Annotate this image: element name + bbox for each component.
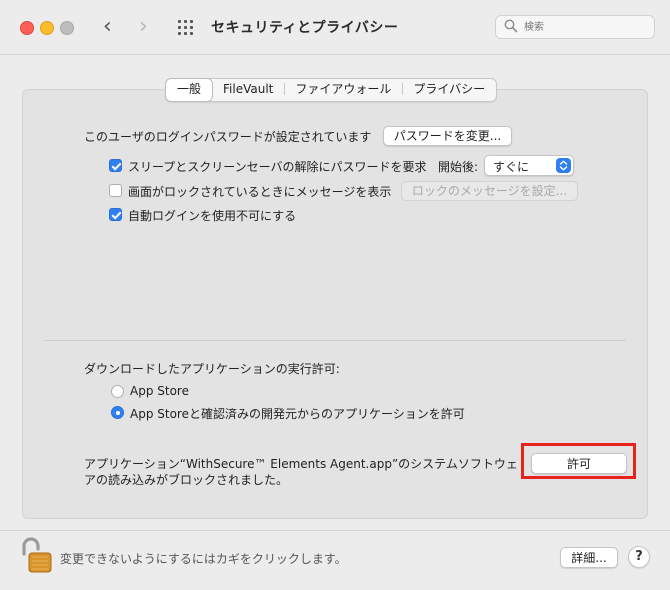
minimize-window-button[interactable] xyxy=(40,21,54,35)
radio-app-store-identified[interactable] xyxy=(111,406,124,419)
blocked-message-line2: アの読み込みがブロックされました。 xyxy=(84,473,289,487)
search-icon xyxy=(504,19,518,33)
tab-firewall[interactable]: ファイアウォール xyxy=(284,79,402,101)
section-divider xyxy=(44,340,626,341)
require-password-checkbox[interactable] xyxy=(109,159,122,172)
disable-autologin-label: 自動ログインを使用不可にする xyxy=(128,209,297,223)
radio-app-store[interactable] xyxy=(111,385,124,398)
tab-bar: 一般 FileVault ファイアウォール プライバシー xyxy=(165,78,498,102)
lock-message-checkbox[interactable] xyxy=(109,184,122,197)
title-bar: ‹ › セキュリティとプライバシー xyxy=(0,0,670,55)
lock-instruction-text: 変更できないようにするにはカギをクリックします。 xyxy=(60,552,347,566)
chevron-left-icon[interactable]: ‹ xyxy=(103,14,112,40)
start-after-popup[interactable]: すぐに xyxy=(484,155,574,176)
tab-filevault[interactable]: FileVault xyxy=(212,79,284,101)
require-password-label: スリープとスクリーンセーバの解除にパスワードを要求 xyxy=(128,160,427,174)
tab-general[interactable]: 一般 xyxy=(166,79,213,101)
unlocked-padlock-icon[interactable] xyxy=(20,536,54,574)
start-after-value: すぐに xyxy=(493,160,530,174)
downloads-heading: ダウンロードしたアプリケーションの実行許可: xyxy=(84,362,340,376)
radio-app-store-identified-label: App Storeと確認済みの開発元からのアプリケーションを許可 xyxy=(130,407,465,421)
chevron-right-icon[interactable]: › xyxy=(139,14,148,40)
password-status-label: このユーザのログインパスワードが設定されています xyxy=(84,130,372,144)
radio-app-store-label: App Store xyxy=(130,384,189,398)
close-window-button[interactable] xyxy=(20,21,34,35)
footer-divider xyxy=(0,530,670,531)
help-button[interactable]: ? xyxy=(628,546,650,568)
grid-icon[interactable] xyxy=(178,20,194,36)
tab-privacy[interactable]: プライバシー xyxy=(402,79,496,101)
advanced-button[interactable]: 詳細... xyxy=(560,547,618,568)
start-after-label: 開始後: xyxy=(438,160,479,174)
zoom-window-button[interactable] xyxy=(60,21,74,35)
search-field[interactable] xyxy=(495,15,655,39)
disable-autologin-checkbox[interactable] xyxy=(109,208,122,221)
lock-message-label: 画面がロックされているときにメッセージを表示 xyxy=(128,185,392,199)
blocked-message-line1: アプリケーション“WithSecure™ Elements Agent.app”… xyxy=(84,457,518,471)
up-down-chevron-icon xyxy=(556,158,571,173)
change-password-button[interactable]: パスワードを変更... xyxy=(383,126,512,146)
window-title: セキュリティとプライバシー xyxy=(211,20,399,36)
search-input[interactable] xyxy=(524,19,644,35)
set-lock-message-button[interactable]: ロックのメッセージを設定... xyxy=(401,181,578,201)
allow-button-highlight xyxy=(521,443,636,479)
